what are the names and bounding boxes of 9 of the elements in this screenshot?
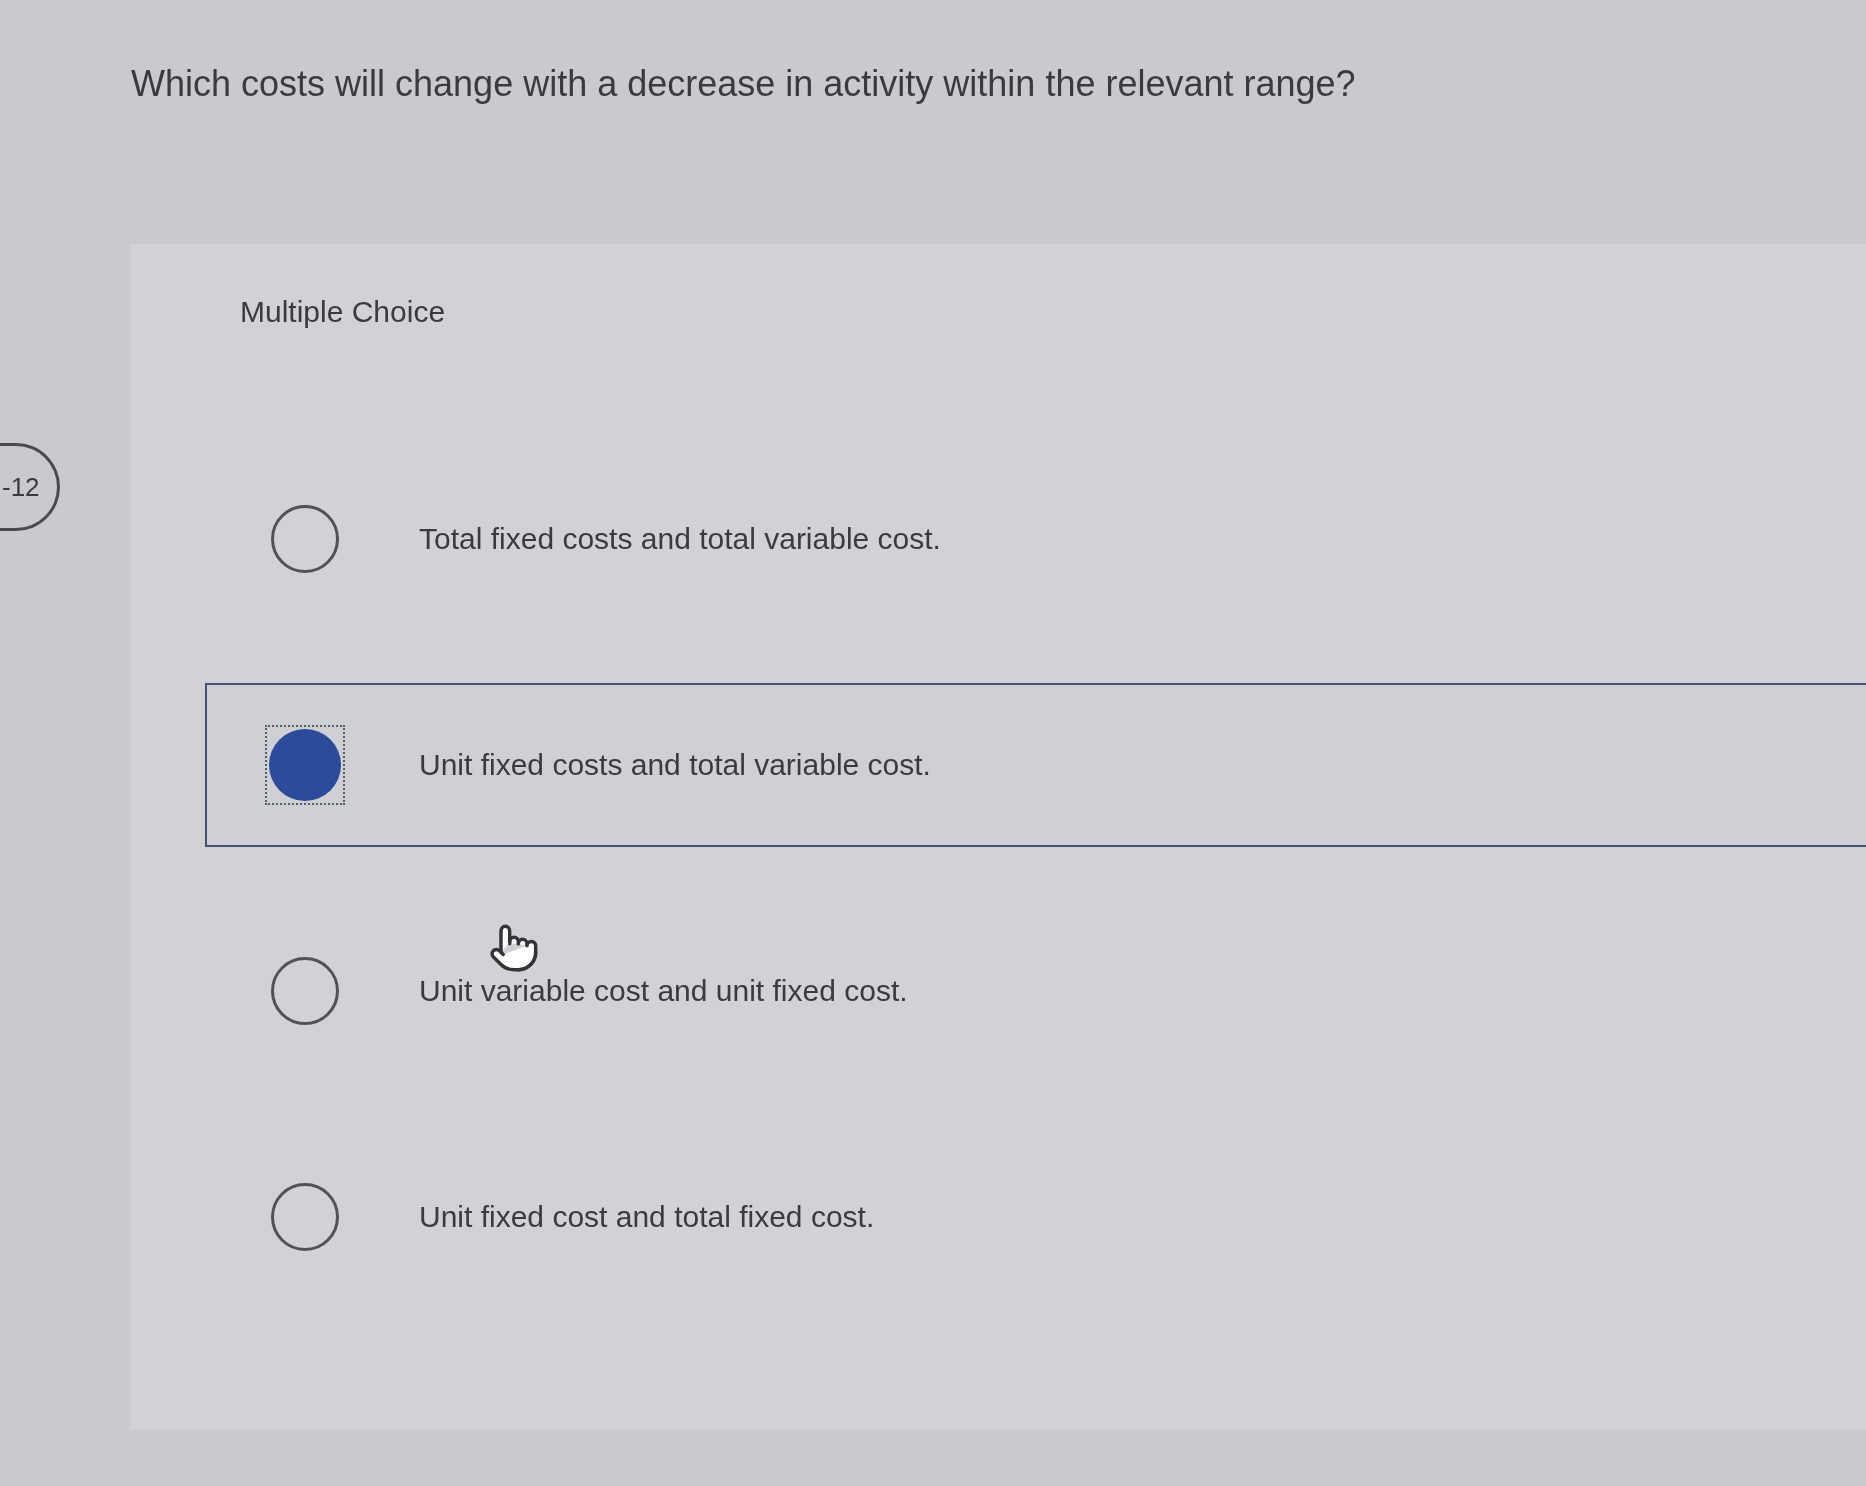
radio-button[interactable] xyxy=(265,725,345,805)
question-text: Which costs will change with a decrease in activity within the relevant range? xyxy=(131,62,1356,106)
option-label[interactable]: Unit fixed costs and total variable cost. xyxy=(419,747,931,783)
option-label[interactable]: Unit variable cost and unit fixed cost. xyxy=(419,973,908,1009)
question-number-badge[interactable]: -12 xyxy=(0,443,60,531)
option-label[interactable]: Unit fixed cost and total fixed cost. xyxy=(419,1199,875,1235)
option-label[interactable]: Total fixed costs and total variable cost. xyxy=(419,521,941,557)
section-label: Multiple Choice xyxy=(240,294,446,330)
selected-option-frame[interactable]: Unit fixed costs and total variable cost. xyxy=(205,683,1866,847)
